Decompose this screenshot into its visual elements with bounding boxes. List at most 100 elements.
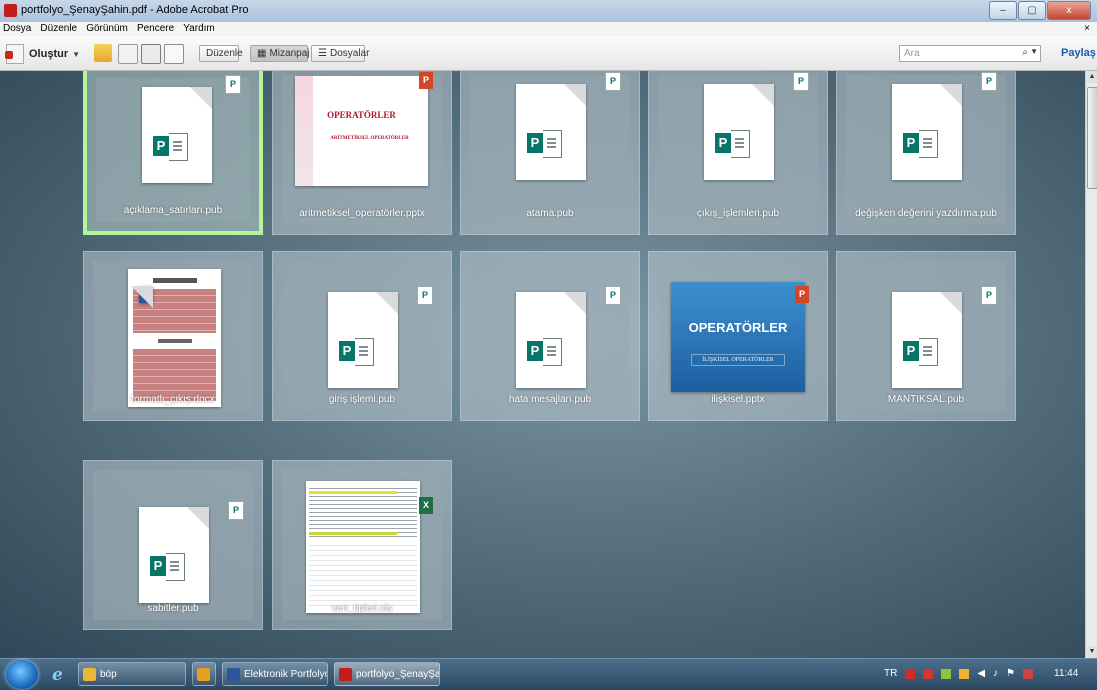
files-label: Dosyalar xyxy=(329,48,370,59)
file-tile[interactable]: P P giriş işlemi.pub xyxy=(272,251,452,421)
file-name: formatlı_çıkış.docx xyxy=(131,394,215,405)
network-icon[interactable] xyxy=(941,668,952,679)
save-icon[interactable] xyxy=(118,44,138,64)
chevron-down-icon: ▼ xyxy=(72,49,81,59)
word-badge-icon: W xyxy=(131,286,153,308)
portfolio-grid: P P açıklama_satırları.pub OPERATÖRLER A… xyxy=(0,71,1085,658)
acrobat-icon xyxy=(4,4,17,17)
internet-explorer-icon[interactable]: e xyxy=(52,665,63,685)
acrobat-tray-icon[interactable] xyxy=(923,668,934,679)
notification-icon[interactable] xyxy=(1023,668,1034,679)
scroll-down-icon[interactable]: ▼ xyxy=(1087,646,1097,658)
menu-pencere[interactable]: Pencere xyxy=(134,22,177,34)
taskbar-item-bop[interactable]: böp xyxy=(78,662,186,686)
publisher-file-icon: P xyxy=(328,292,398,388)
search-field[interactable]: Ara ⌕ ▼ xyxy=(899,45,1041,62)
chevron-down-icon[interactable]: ▼ xyxy=(1030,47,1038,56)
acrobat-icon xyxy=(339,667,352,681)
volume-icon[interactable]: ◀ xyxy=(977,668,985,679)
file-tile[interactable]: P P değişken değerini yazdırma.pub xyxy=(836,71,1016,235)
scroll-up-icon[interactable]: ▲ xyxy=(1087,71,1097,83)
scrollbar-thumb[interactable] xyxy=(1087,87,1097,189)
slide-title: OPERATÖRLER xyxy=(688,320,788,335)
publisher-file-icon: P xyxy=(892,292,962,388)
taskbar-item-word[interactable]: Elektronik Portfolyo1... xyxy=(222,662,328,686)
grid-icon: ▦ xyxy=(257,48,267,59)
publisher-badge-icon: P xyxy=(981,286,997,305)
print-icon[interactable] xyxy=(141,44,161,64)
publisher-badge-icon: P xyxy=(605,72,621,91)
menu-dosya[interactable]: Dosya xyxy=(0,22,34,34)
publisher-badge-icon: P xyxy=(981,72,997,91)
speaker-icon[interactable]: ♪ xyxy=(993,668,998,679)
powerpoint-badge-icon: P xyxy=(419,72,433,89)
folder-icon xyxy=(83,667,96,681)
file-tile[interactable]: OPERATÖRLER ARİTMETİKSEL OPERATÖRLER P a… xyxy=(272,71,452,235)
file-tile[interactable]: W formatlı_çıkış.docx xyxy=(83,251,263,421)
restore-button[interactable]: ▢ xyxy=(1018,1,1046,20)
clock[interactable]: 11:44 xyxy=(1054,668,1078,679)
close-document-icon[interactable]: × xyxy=(1081,22,1093,34)
close-button[interactable]: x xyxy=(1047,1,1091,20)
file-tile[interactable]: P P hata mesajları.pub xyxy=(460,251,640,421)
file-name: ilişkisel.pptx xyxy=(711,394,765,405)
file-tile[interactable]: P P çıkış_işlemleri.pub xyxy=(648,71,828,235)
word-icon xyxy=(227,667,240,681)
file-name: atama.pub xyxy=(526,208,574,219)
slide-subtitle: ARİTMETİKSEL OPERATÖRLER xyxy=(330,136,409,141)
taskbar-item-media[interactable] xyxy=(192,662,216,686)
minimize-button[interactable]: – xyxy=(989,1,1017,20)
excel-badge-icon: X xyxy=(419,497,433,514)
slide-thumbnail: OPERATÖRLER ARİTMETİKSEL OPERATÖRLER xyxy=(295,76,428,186)
file-tile[interactable]: X veri_tipleri.xls xyxy=(272,460,452,630)
toolbar: Oluştur ▼ Düzenle ▦ Mizanpaj ☰ Dosyalar … xyxy=(0,36,1097,71)
menu-yardim[interactable]: Yardım xyxy=(180,22,218,34)
file-tile[interactable]: P P atama.pub xyxy=(460,71,640,235)
file-tile[interactable]: P P açıklama_satırları.pub xyxy=(83,71,263,235)
create-pdf-icon xyxy=(5,44,24,64)
file-name: giriş işlemi.pub xyxy=(328,394,396,405)
start-button[interactable] xyxy=(6,660,38,689)
file-name: açıklama_satırları.pub xyxy=(123,205,223,216)
file-tile[interactable]: P P sabitler.pub xyxy=(83,460,263,630)
files-button[interactable]: ☰ Dosyalar xyxy=(311,45,369,62)
publisher-file-icon: P xyxy=(704,84,774,180)
publisher-file-icon: P xyxy=(516,84,586,180)
language-indicator[interactable]: TR xyxy=(884,668,897,679)
vertical-scrollbar[interactable]: ▲ ▼ xyxy=(1085,71,1097,658)
menu-gorunum[interactable]: Görünüm xyxy=(83,22,131,34)
edit-button[interactable]: Düzenle xyxy=(199,45,243,62)
create-button[interactable]: Oluştur ▼ xyxy=(5,44,81,64)
window-title: portfolyo_ŞenayŞahin.pdf - Adobe Acrobat… xyxy=(21,4,249,16)
file-name: çıkış_işlemleri.pub xyxy=(696,208,780,219)
publisher-file-icon: P xyxy=(892,84,962,180)
file-tile[interactable]: P P MANTIKSAL.pub xyxy=(836,251,1016,421)
file-name: aritmetiksel_operatörler.pptx xyxy=(299,208,425,219)
email-icon[interactable] xyxy=(164,44,184,64)
binoculars-icon[interactable]: ⌕ xyxy=(1022,47,1028,58)
search-placeholder: Ara xyxy=(904,48,920,59)
app-tray-icon[interactable] xyxy=(959,668,970,679)
taskbar-item-acrobat[interactable]: portfolyo_ŞenayŞahi... xyxy=(334,662,440,686)
layout-button[interactable]: ▦ Mizanpaj xyxy=(250,45,310,62)
share-button[interactable]: Paylaş xyxy=(1061,47,1096,59)
create-label: Oluştur xyxy=(29,48,69,60)
taskbar: e böp Elektronik Portfolyo1... portfolyo… xyxy=(0,658,1097,690)
file-tile[interactable]: OPERATÖRLER İLİŞKİSEL OPERATÖRLER P iliş… xyxy=(648,251,828,421)
publisher-file-icon: P xyxy=(516,292,586,388)
file-name: veri_tipleri.xls xyxy=(331,603,393,614)
publisher-badge-icon: P xyxy=(228,501,244,520)
flag-icon[interactable]: ⚑ xyxy=(1006,668,1015,679)
system-tray: TR ◀ ♪ ⚑ xyxy=(884,668,1041,679)
slide-subtitle: İLİŞKİSEL OPERATÖRLER xyxy=(691,354,785,366)
antivirus-icon[interactable] xyxy=(905,668,916,679)
publisher-badge-icon: P xyxy=(225,75,241,94)
open-folder-icon[interactable] xyxy=(94,44,112,62)
taskbar-label: portfolyo_ŞenayŞahi... xyxy=(356,668,440,680)
list-icon: ☰ xyxy=(318,48,327,59)
layout-label: Mizanpaj xyxy=(269,48,310,59)
slide-thumbnail: OPERATÖRLER İLİŞKİSEL OPERATÖRLER xyxy=(671,282,805,392)
menu-duzenle[interactable]: Düzenle xyxy=(37,22,80,34)
publisher-badge-icon: P xyxy=(605,286,621,305)
file-name: MANTIKSAL.pub xyxy=(887,394,965,405)
